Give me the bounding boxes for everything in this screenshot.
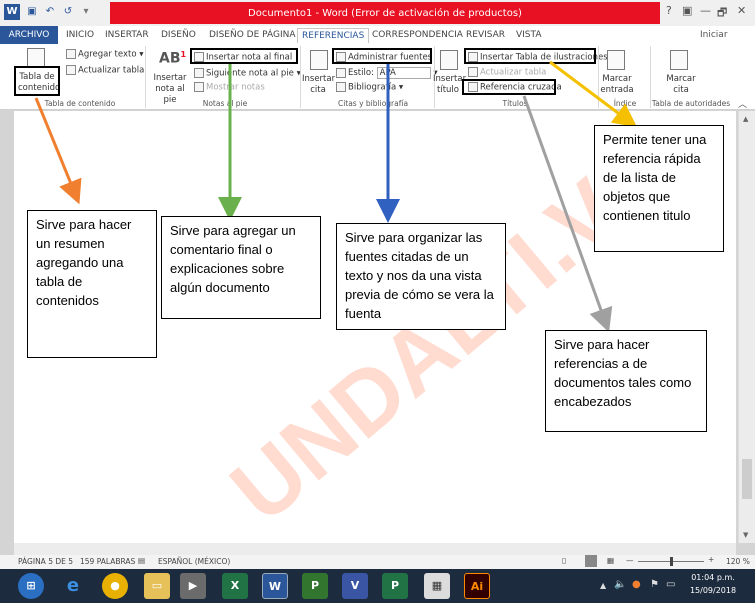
word-icon[interactable]: W [262, 573, 288, 599]
language[interactable]: ESPAÑOL (MÉXICO) [158, 557, 230, 566]
start-button-icon[interactable]: ⊞ [18, 573, 44, 599]
zoom-level[interactable]: 120 % [726, 557, 750, 566]
project-icon[interactable]: P [302, 573, 328, 599]
annotation-table-figures: Permite tener una referencia rápida de l… [594, 125, 724, 252]
arrow-table-figures [549, 60, 638, 128]
volume-icon[interactable]: 🔈 [614, 579, 626, 590]
publisher-icon[interactable]: P [382, 573, 408, 599]
visio-icon[interactable]: V [342, 573, 368, 599]
illustrator-icon[interactable]: Ai [464, 573, 490, 599]
zoom-in-icon[interactable]: + [708, 555, 714, 564]
status-bar: PÁGINA 5 DE 5 159 PALABRAS ▤ ESPAÑOL (MÉ… [0, 555, 755, 569]
taskbar: ⊞ e ● ▭ ▶ X W P V P ▦ Ai ▲ 🔈 ● ⚑ ▭ 01:04… [0, 569, 755, 603]
clock-date[interactable]: 15/09/2018 [688, 586, 738, 595]
annotation-toc: Sirve para hacer un resumen agregando un… [27, 210, 157, 358]
annotation-cross-reference: Sirve para hacer referencias a de docume… [545, 330, 707, 432]
read-mode-icon[interactable]: ▯ [562, 556, 566, 565]
annotation-sources: Sirve para organizar las fuentes citadas… [336, 223, 506, 330]
arrow-toc [34, 97, 82, 205]
clock-time[interactable]: 01:04 p.m. [688, 573, 738, 582]
word-count[interactable]: 159 PALABRAS [80, 557, 135, 566]
internet-explorer-icon[interactable]: e [60, 573, 86, 599]
file-explorer-icon[interactable]: ▭ [144, 573, 170, 599]
calculator-icon[interactable]: ▦ [424, 573, 450, 599]
page-count[interactable]: PÁGINA 5 DE 5 [18, 557, 73, 566]
media-player-icon[interactable]: ▶ [180, 573, 206, 599]
annotation-endnote: Sirve para agregar un comentario final o… [161, 216, 321, 319]
tray-expand-icon[interactable]: ▲ [600, 581, 606, 590]
network-icon[interactable]: ▭ [666, 579, 675, 590]
chrome-icon[interactable]: ● [102, 573, 128, 599]
zoom-slider-thumb[interactable] [670, 557, 673, 566]
excel-icon[interactable]: X [222, 573, 248, 599]
proofing-icon[interactable]: ▤ [138, 556, 145, 565]
flag-icon[interactable]: ⚑ [650, 579, 659, 590]
web-layout-icon[interactable]: ▦ [607, 556, 614, 565]
update-icon[interactable]: ● [632, 579, 641, 590]
print-layout-icon[interactable] [585, 555, 597, 567]
zoom-out-icon[interactable]: — [626, 556, 634, 565]
